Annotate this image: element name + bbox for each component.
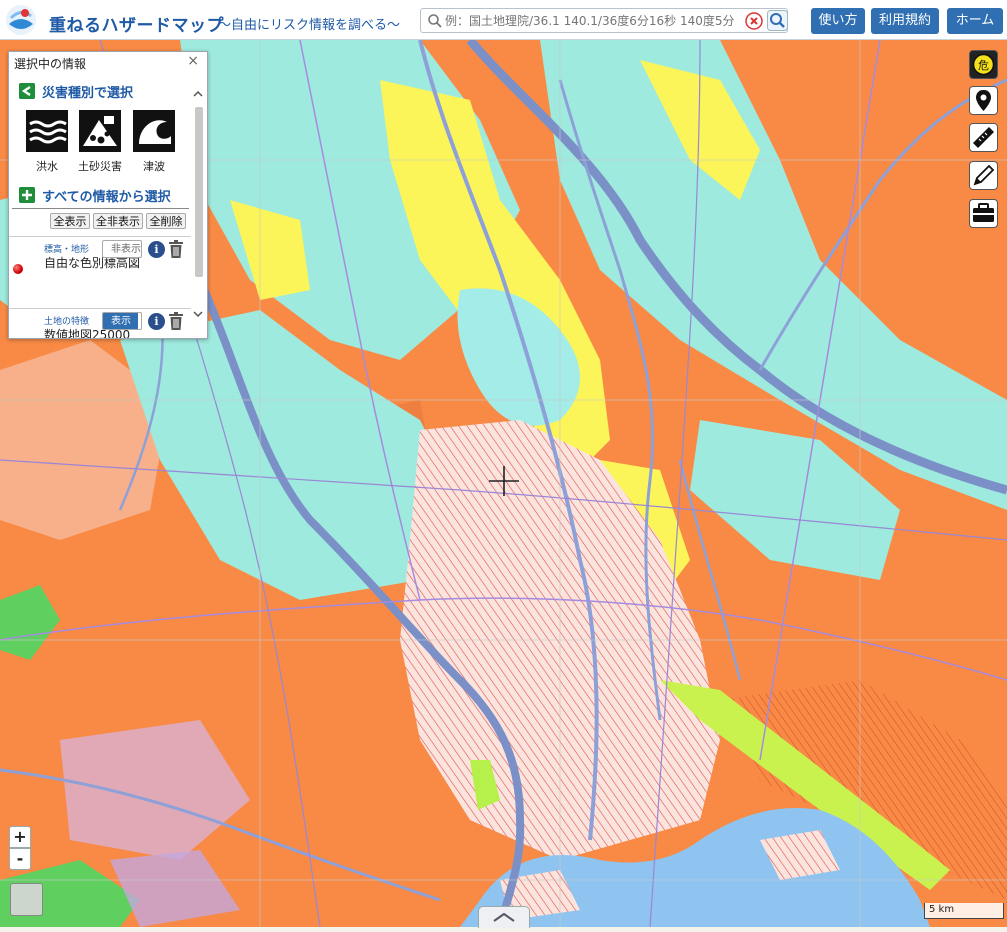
layer-visibility-toggle[interactable]: 表示 <box>102 312 142 330</box>
selected-info-panel[interactable]: 選択中の情報 × 災害種別で選択 洪水 土砂災害 津波 すべての情報から選択 全… <box>8 51 208 339</box>
usage-button[interactable]: 使い方 <box>811 8 865 34</box>
app-logo[interactable] <box>5 4 37 36</box>
show-all-button[interactable]: 全表示 <box>50 213 90 229</box>
pin-icon <box>976 90 991 111</box>
hazard-label: 洪水 <box>36 160 58 173</box>
minimap-toggle[interactable] <box>10 883 43 916</box>
crosshair-icon <box>489 466 519 496</box>
layer-category: 土地の特徴 <box>44 317 90 327</box>
delete-all-button[interactable]: 全削除 <box>146 213 186 229</box>
divider <box>12 208 189 209</box>
measure-tool-button[interactable] <box>969 123 998 152</box>
layer-item[interactable]: 土地の特徴 数値地図25000 表示 i <box>9 308 191 338</box>
info-icon[interactable]: i <box>148 313 165 330</box>
zoom-out-button[interactable]: - <box>9 848 31 870</box>
toolbox-icon <box>973 203 994 222</box>
scale-bar: 5 km <box>924 903 1004 919</box>
panel-scrollbar[interactable] <box>195 107 203 277</box>
hazard-icon: 危 <box>972 53 995 76</box>
hazard-tool-button[interactable]: 危 <box>969 50 998 79</box>
layer-marker-icon <box>13 264 23 274</box>
search-icon <box>428 14 442 28</box>
home-button[interactable]: ホーム <box>947 8 1003 34</box>
scroll-down-icon[interactable] <box>192 308 204 320</box>
layer-visibility-toggle[interactable]: 非表示 <box>102 240 142 258</box>
hide-all-button[interactable]: 全非表示 <box>93 213 143 229</box>
hazard-flood-button[interactable]: 洪水 <box>25 110 69 174</box>
info-icon[interactable]: i <box>148 241 165 258</box>
header-bar: 重ねるハザードマップ ～自由にリスク情報を調べる～ 使い方 利用規約 ホーム <box>0 0 1007 40</box>
scroll-up-icon[interactable] <box>192 88 204 100</box>
toolbox-tool-button[interactable] <box>969 199 998 228</box>
search-box[interactable] <box>420 8 788 33</box>
search-button[interactable] <box>767 10 788 31</box>
hazard-label: 土砂災害 <box>78 160 122 173</box>
tsunami-icon <box>133 110 175 152</box>
bottom-panel-toggle[interactable] <box>478 906 530 928</box>
hazard-label: 津波 <box>143 160 165 173</box>
zoom-in-button[interactable]: + <box>9 826 31 848</box>
hazard-tsunami-button[interactable]: 津波 <box>132 110 176 174</box>
ruler-icon <box>973 127 994 148</box>
trash-icon[interactable] <box>168 240 184 258</box>
landslide-icon <box>79 110 121 152</box>
all-info-select-link[interactable]: すべての情報から選択 <box>42 186 171 205</box>
plus-icon[interactable] <box>19 187 35 203</box>
terms-button[interactable]: 利用規約 <box>871 8 939 34</box>
search-input[interactable] <box>445 10 763 31</box>
panel-close-button[interactable]: × <box>187 53 199 69</box>
hazard-landslide-button[interactable]: 土砂災害 <box>78 110 122 174</box>
back-arrow-icon[interactable] <box>19 83 35 99</box>
flood-icon <box>26 110 68 152</box>
panel-title: 選択中の情報 <box>14 57 87 71</box>
layer-item[interactable]: 標高・地形 自由な色別標高図 非表示 i <box>9 236 191 307</box>
layer-category: 標高・地形 <box>44 245 90 255</box>
pencil-icon <box>973 164 995 186</box>
app-subtitle: ～自由にリスク情報を調べる～ <box>218 18 401 33</box>
draw-tool-button[interactable] <box>969 161 998 190</box>
svg-text:危: 危 <box>978 59 989 72</box>
app-title[interactable]: 重ねるハザードマップ <box>49 11 224 36</box>
hazard-type-select-link[interactable]: 災害種別で選択 <box>42 82 133 101</box>
pin-tool-button[interactable] <box>969 86 998 115</box>
chevron-up-icon <box>493 912 515 922</box>
clear-icon[interactable] <box>745 12 763 30</box>
trash-icon[interactable] <box>168 312 184 330</box>
